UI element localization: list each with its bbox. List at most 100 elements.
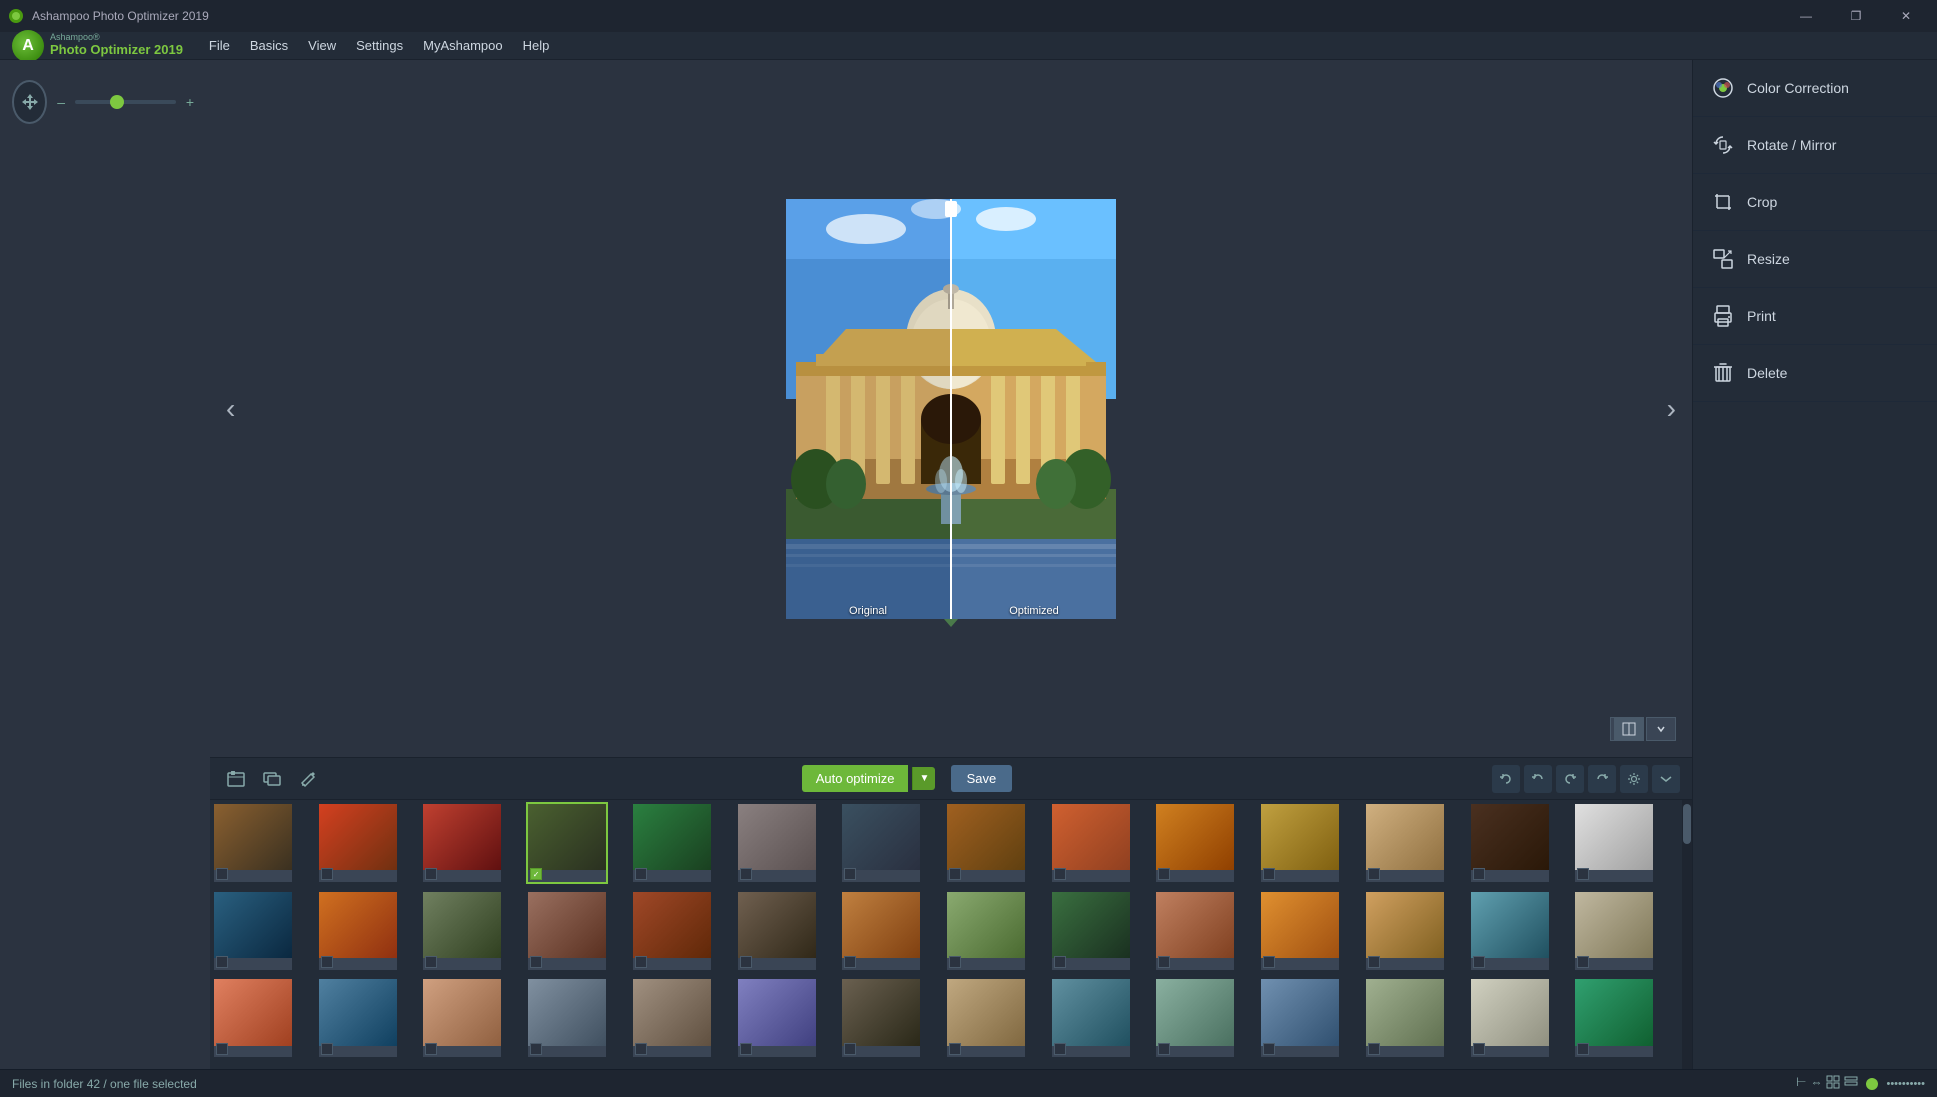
panel-color-correction[interactable]: Color Correction xyxy=(1693,60,1937,117)
thumbnail-checkbox[interactable] xyxy=(530,1043,542,1055)
thumbnail-checkbox[interactable] xyxy=(740,868,752,880)
thumbnail-checkbox[interactable] xyxy=(1263,868,1275,880)
save-button[interactable]: Save xyxy=(951,765,1013,792)
list-item[interactable] xyxy=(1052,892,1130,970)
thumbnail-checkbox[interactable] xyxy=(635,956,647,968)
menu-file[interactable]: File xyxy=(199,32,240,60)
list-item[interactable] xyxy=(423,892,501,970)
list-item[interactable] xyxy=(1052,979,1130,1057)
list-item[interactable] xyxy=(319,892,397,970)
settings-tool-button[interactable] xyxy=(1620,765,1648,793)
list-item[interactable] xyxy=(738,804,816,882)
panel-rotate-mirror[interactable]: Rotate / Mirror xyxy=(1693,117,1937,174)
list-item[interactable] xyxy=(947,804,1025,882)
thumbnail-checkbox[interactable] xyxy=(1577,1043,1589,1055)
list-item[interactable] xyxy=(423,804,501,882)
thumbnail-checkbox[interactable] xyxy=(1473,868,1485,880)
thumbnail-checkbox[interactable] xyxy=(425,868,437,880)
batch-button[interactable] xyxy=(258,765,286,793)
thumbnail-checkbox[interactable] xyxy=(1054,956,1066,968)
prev-image-button[interactable]: ‹ xyxy=(218,385,243,433)
list-item[interactable]: ✓ xyxy=(528,804,606,882)
thumbnail-checkbox[interactable] xyxy=(1577,956,1589,968)
panel-print[interactable]: Print xyxy=(1693,288,1937,345)
thumbnail-checkbox[interactable] xyxy=(216,1043,228,1055)
zoom-minus-button[interactable]: – xyxy=(53,94,69,110)
more-button[interactable] xyxy=(1652,765,1680,793)
single-view-button[interactable] xyxy=(1646,717,1676,741)
thumbnail-checkbox[interactable] xyxy=(321,868,333,880)
thumbnail-checkbox[interactable] xyxy=(1263,1043,1275,1055)
thumbnail-checkbox[interactable] xyxy=(321,956,333,968)
thumbnail-checkbox[interactable] xyxy=(1577,868,1589,880)
close-button[interactable]: ✕ xyxy=(1883,0,1929,32)
thumbnail-checkbox[interactable] xyxy=(740,956,752,968)
list-item[interactable] xyxy=(633,979,711,1057)
thumbnail-checkbox[interactable] xyxy=(425,956,437,968)
open-file-button[interactable] xyxy=(222,765,250,793)
list-item[interactable] xyxy=(1575,804,1653,882)
pan-control[interactable] xyxy=(12,80,47,124)
list-item[interactable] xyxy=(214,979,292,1057)
list-item[interactable] xyxy=(738,979,816,1057)
thumbnail-checkbox[interactable] xyxy=(1158,868,1170,880)
thumbnail-checkbox[interactable] xyxy=(635,868,647,880)
thumbnail-checkbox[interactable] xyxy=(1158,956,1170,968)
thumbnail-checkbox[interactable] xyxy=(321,1043,333,1055)
list-item[interactable] xyxy=(633,892,711,970)
thumbnail-checkbox[interactable] xyxy=(1368,868,1380,880)
list-item[interactable] xyxy=(1366,979,1444,1057)
edit-button[interactable] xyxy=(294,765,322,793)
menu-help[interactable]: Help xyxy=(513,32,560,60)
list-item[interactable] xyxy=(1471,979,1549,1057)
zoom-slider[interactable] xyxy=(75,100,176,104)
redo-button[interactable] xyxy=(1556,765,1584,793)
thumbnail-checkbox[interactable] xyxy=(844,956,856,968)
thumbnail-checkbox[interactable] xyxy=(740,1043,752,1055)
thumbnail-checkbox[interactable] xyxy=(635,1043,647,1055)
list-item[interactable] xyxy=(1156,804,1234,882)
zoom-thumb[interactable] xyxy=(110,95,124,109)
menu-myashampoo[interactable]: MyAshampoo xyxy=(413,32,512,60)
auto-optimize-dropdown[interactable]: ▼ xyxy=(912,767,935,790)
undo-button[interactable] xyxy=(1492,765,1520,793)
thumbnail-checkbox[interactable] xyxy=(1473,956,1485,968)
list-item[interactable] xyxy=(319,804,397,882)
thumbnail-checkbox[interactable] xyxy=(1473,1043,1485,1055)
thumbnail-checkbox[interactable] xyxy=(1054,868,1066,880)
list-item[interactable] xyxy=(1366,892,1444,970)
list-item[interactable] xyxy=(1156,979,1234,1057)
list-item[interactable] xyxy=(214,804,292,882)
panel-resize[interactable]: Resize xyxy=(1693,231,1937,288)
thumbnail-checkbox[interactable] xyxy=(216,868,228,880)
thumbnail-checkbox[interactable] xyxy=(949,868,961,880)
list-item[interactable] xyxy=(842,804,920,882)
menu-view[interactable]: View xyxy=(298,32,346,60)
list-item[interactable] xyxy=(1052,804,1130,882)
list-item[interactable] xyxy=(1261,804,1339,882)
list-item[interactable] xyxy=(1261,892,1339,970)
list-item[interactable] xyxy=(214,892,292,970)
list-item[interactable] xyxy=(528,892,606,970)
minimize-button[interactable]: — xyxy=(1783,0,1829,32)
list-item[interactable] xyxy=(1366,804,1444,882)
split-view-button[interactable] xyxy=(1614,717,1644,741)
undo2-button[interactable] xyxy=(1524,765,1552,793)
thumbnail-checkbox[interactable] xyxy=(1368,1043,1380,1055)
next-image-button[interactable]: › xyxy=(1659,385,1684,433)
list-item[interactable] xyxy=(1471,804,1549,882)
list-item[interactable] xyxy=(738,892,816,970)
scrollbar-thumb[interactable] xyxy=(1683,804,1691,844)
auto-optimize-button[interactable]: Auto optimize xyxy=(802,765,909,792)
thumbnail-checkbox[interactable] xyxy=(1263,956,1275,968)
list-item[interactable] xyxy=(1261,979,1339,1057)
menu-settings[interactable]: Settings xyxy=(346,32,413,60)
thumbnail-checkbox[interactable] xyxy=(216,956,228,968)
thumbnail-checkbox[interactable] xyxy=(1158,1043,1170,1055)
list-item[interactable] xyxy=(1471,892,1549,970)
list-item[interactable] xyxy=(947,979,1025,1057)
thumbnail-checkbox[interactable] xyxy=(949,1043,961,1055)
thumbnail-checkbox[interactable] xyxy=(1368,956,1380,968)
list-item[interactable] xyxy=(633,804,711,882)
menu-basics[interactable]: Basics xyxy=(240,32,298,60)
